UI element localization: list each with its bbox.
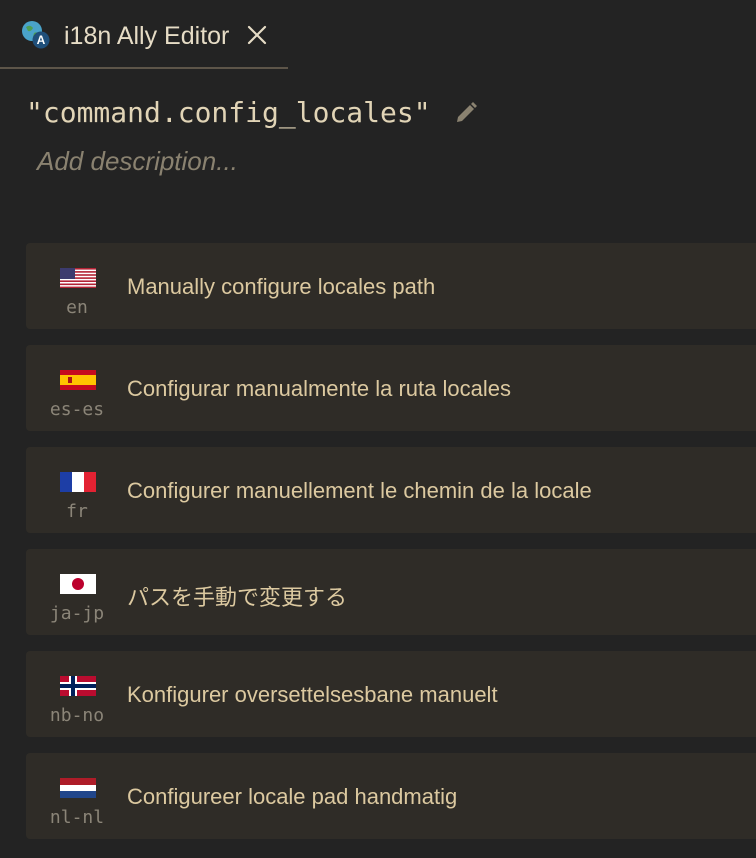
translation-value[interactable]: Configurer manuellement le chemin de la … — [127, 478, 592, 504]
translation-value[interactable]: Configurar manualmente la ruta locales — [127, 376, 511, 402]
translation-key: "command.config_locales" — [26, 96, 431, 129]
translation-item-nl-nl: nl-nl Configureer locale pad handmatig — [26, 753, 756, 839]
svg-text:A: A — [37, 33, 46, 47]
spain-flag-icon — [60, 370, 96, 390]
translation-item-en: en Manually configure locales path — [26, 243, 756, 329]
us-flag-icon — [60, 268, 96, 288]
translation-item-es-es: es-es Configurar manualmente la ruta loc… — [26, 345, 756, 431]
translation-item-fr: fr Configurer manuellement le chemin de … — [26, 447, 756, 533]
norway-flag-icon — [60, 676, 96, 696]
editor-tab-bar: A i18n Ally Editor — [0, 0, 756, 70]
locale-label: en — [66, 297, 88, 318]
description-input[interactable]: Add description... — [37, 146, 238, 177]
translation-list: en Manually configure locales path es-es… — [26, 243, 756, 855]
locale-label: nl-nl — [49, 807, 105, 828]
pencil-icon[interactable] — [453, 100, 479, 126]
close-icon[interactable] — [246, 24, 268, 46]
tab-i18n-ally-editor[interactable]: A i18n Ally Editor — [0, 0, 288, 69]
locale-label: fr — [66, 501, 88, 522]
tab-title: i18n Ally Editor — [64, 22, 230, 50]
translation-value[interactable]: パスを手動で変更する — [127, 580, 347, 612]
netherlands-flag-icon — [60, 778, 96, 798]
translation-item-ja-jp: ja-jp パスを手動で変更する — [26, 549, 756, 635]
translation-value[interactable]: Manually configure locales path — [127, 274, 435, 300]
france-flag-icon — [60, 472, 96, 492]
translation-value[interactable]: Configureer locale pad handmatig — [127, 784, 457, 810]
translation-value[interactable]: Konfigurer oversettelsesbane manuelt — [127, 682, 498, 708]
translation-item-nb-no: nb-no Konfigurer oversettelsesbane manue… — [26, 651, 756, 737]
locale-label: es-es — [49, 399, 105, 420]
translation-key-header: "command.config_locales" — [26, 96, 479, 132]
i18n-globe-icon: A — [20, 19, 52, 51]
japan-flag-icon — [60, 574, 96, 594]
locale-label: nb-no — [49, 705, 105, 726]
locale-label: ja-jp — [49, 603, 105, 624]
